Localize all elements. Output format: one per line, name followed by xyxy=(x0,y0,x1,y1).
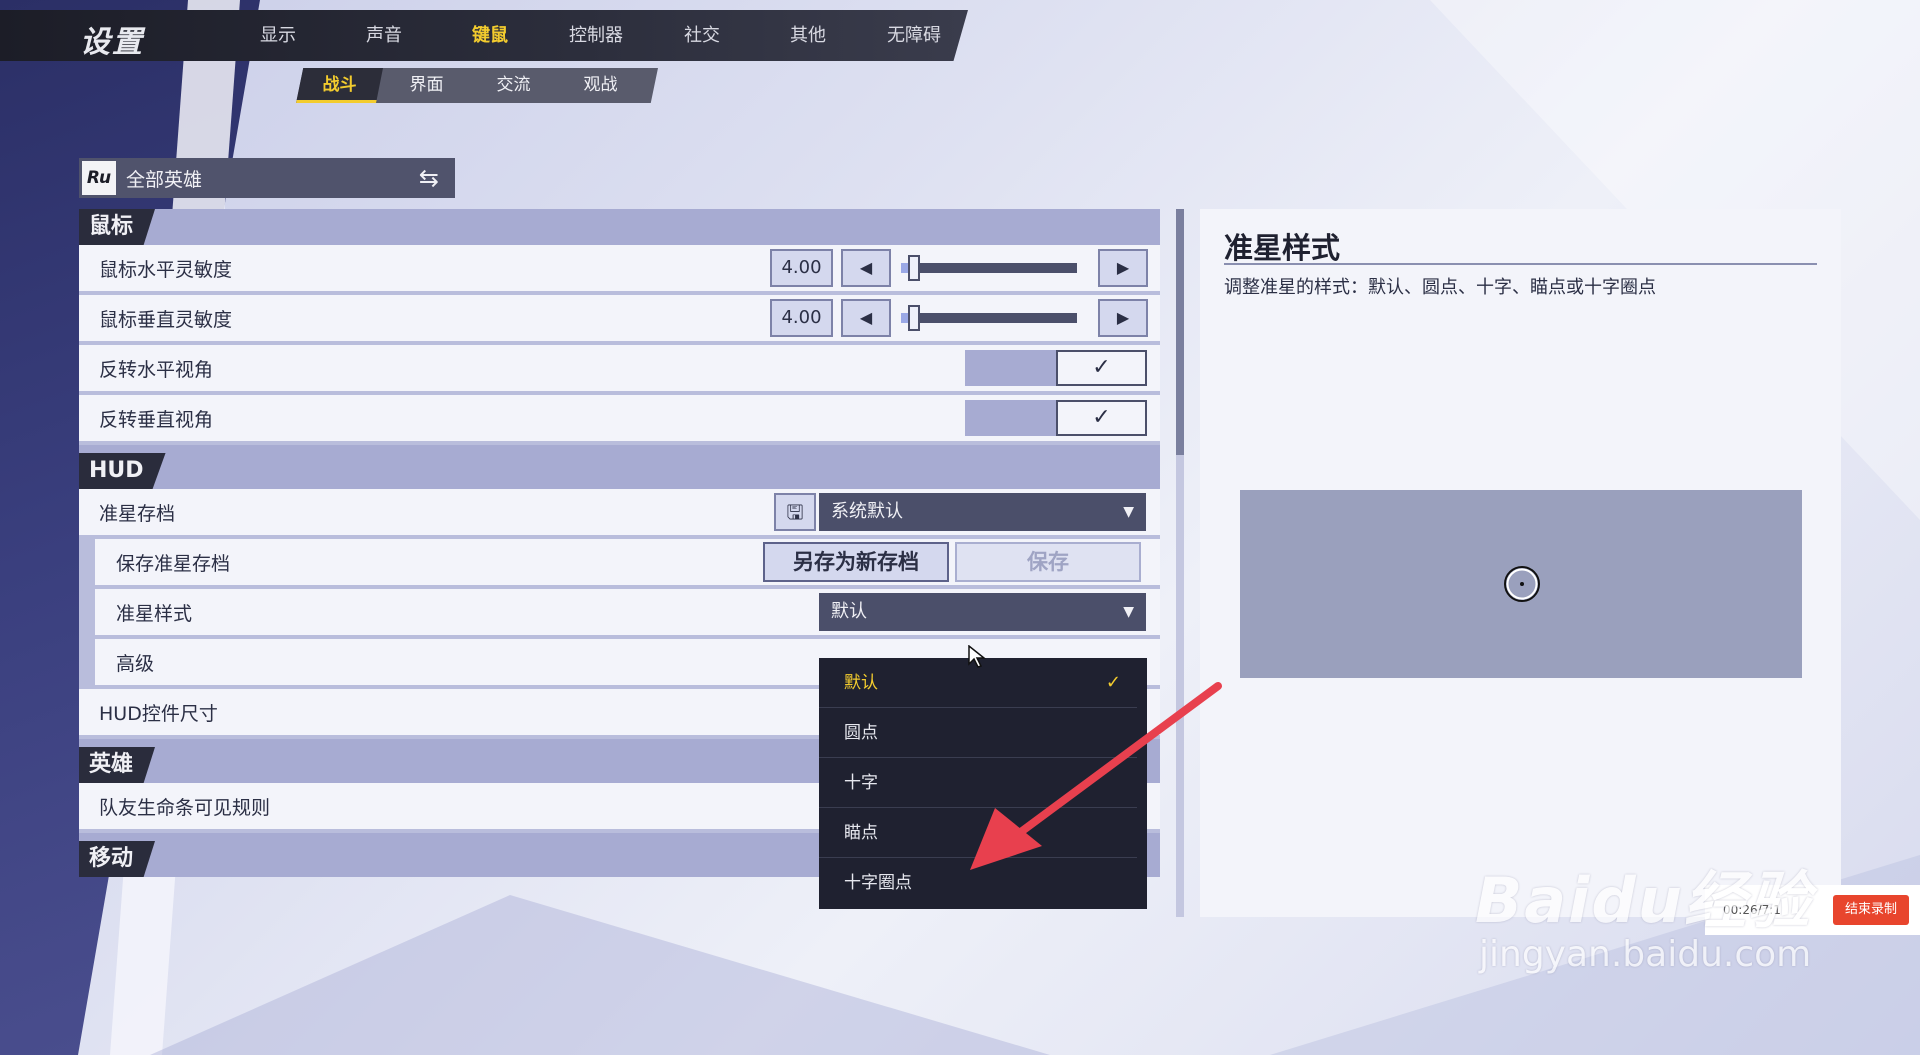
slider-handle[interactable] xyxy=(908,255,921,281)
setting-row-vertical-sensitivity: 鼠标垂直灵敏度 4.00 ◀ ▶ xyxy=(79,295,1160,345)
setting-row-crosshair-profile: 准星存档 🖫 系统默认 ▼ xyxy=(79,489,1160,539)
tab-keyboard-mouse[interactable]: 键鼠 xyxy=(437,10,543,61)
setting-row-crosshair-style: 准星样式 默认 ▼ xyxy=(79,589,1160,639)
setting-row-horizontal-sensitivity: 鼠标水平灵敏度 4.00 ◀ ▶ xyxy=(79,245,1160,295)
subtab-combat[interactable]: 战斗 xyxy=(296,68,383,103)
hero-selector[interactable]: Ru 全部英雄 ⇆ xyxy=(79,158,455,198)
divider xyxy=(1224,263,1817,265)
setting-row-invert-horizontal: 反转水平视角 ✓ xyxy=(79,345,1160,395)
detail-panel: 准星样式 调整准星的样式：默认、圆点、十字、瞄点或十字圈点 xyxy=(1200,209,1841,917)
setting-label: 准星存档 xyxy=(99,502,176,525)
background-triangle xyxy=(150,895,1050,1055)
setting-label: 鼠标垂直灵敏度 xyxy=(99,308,233,331)
triangle-right-icon: ▶ xyxy=(1116,258,1130,277)
screen-recorder-widget: 00:26/7:1 结束录制 xyxy=(1705,885,1920,935)
game-logo-icon: Ru xyxy=(82,161,116,195)
caret-down-icon: ▼ xyxy=(1123,504,1134,520)
section-title: HUD xyxy=(79,453,166,489)
setting-label: 准星样式 xyxy=(116,602,193,625)
tab-sound[interactable]: 声音 xyxy=(331,10,437,61)
triangle-left-icon: ◀ xyxy=(859,258,873,277)
tab-controller[interactable]: 控制器 xyxy=(543,10,649,61)
setting-label: 高级 xyxy=(116,652,155,675)
sub-tabs: 战斗 界面 交流 观战 xyxy=(296,68,658,103)
sensitivity-value-input[interactable]: 4.00 xyxy=(770,249,833,287)
detail-title: 准星样式 xyxy=(1224,231,1341,265)
recording-time: 00:26/7:1 xyxy=(1723,903,1781,917)
dropdown-value: 系统默认 xyxy=(831,501,903,522)
top-navigation-bar: 设置 显示 声音 键鼠 控制器 社交 其他 无障碍 xyxy=(0,10,968,61)
menu-item-label: 瞄点 xyxy=(844,823,878,843)
menu-item-label: 圆点 xyxy=(844,723,878,743)
file-save-icon[interactable]: 🖫 xyxy=(774,493,816,531)
mouse-cursor-icon xyxy=(968,645,986,668)
settings-scrollbar[interactable] xyxy=(1176,209,1184,917)
checkmark-icon: ✓ xyxy=(1056,400,1147,436)
setting-label: HUD控件尺寸 xyxy=(99,702,218,725)
detail-description: 调整准星的样式：默认、圆点、十字、瞄点或十字圈点 xyxy=(1224,277,1656,298)
crosshair-style-dropdown[interactable]: 默认 ▼ xyxy=(819,593,1146,631)
menu-item-aim-point[interactable]: 瞄点 xyxy=(819,808,1137,858)
setting-label: 鼠标水平灵敏度 xyxy=(99,258,233,281)
checkmark-icon: ✓ xyxy=(1056,350,1147,386)
crosshair-preview xyxy=(1240,490,1802,678)
setting-label: 保存准星存档 xyxy=(116,552,231,575)
watermark-url: jingyan.baidu.com xyxy=(1479,934,1812,975)
triangle-left-icon: ◀ xyxy=(859,308,873,327)
section-header-hud: HUD xyxy=(79,445,1160,489)
setting-row-invert-vertical: 反转垂直视角 ✓ xyxy=(79,395,1160,445)
caret-down-icon: ▼ xyxy=(1123,604,1134,620)
tab-other[interactable]: 其他 xyxy=(755,10,861,61)
tab-display[interactable]: 显示 xyxy=(225,10,331,61)
menu-item-label: 默认 xyxy=(844,673,878,693)
checkmark-icon: ✓ xyxy=(1105,672,1121,693)
tab-accessibility[interactable]: 无障碍 xyxy=(861,10,967,61)
invert-vertical-toggle[interactable]: ✓ xyxy=(965,400,1147,436)
scrollbar-thumb[interactable] xyxy=(1176,209,1184,455)
increase-button[interactable]: ▶ xyxy=(1098,299,1148,337)
menu-item-label: 十字圈点 xyxy=(844,873,912,893)
menu-item-label: 十字 xyxy=(844,773,878,793)
subtab-communication[interactable]: 交流 xyxy=(470,68,557,103)
main-tabs: 显示 声音 键鼠 控制器 社交 其他 无障碍 xyxy=(225,10,967,61)
section-title: 移动 xyxy=(79,841,156,877)
page-title: 设置 xyxy=(80,25,144,60)
tab-social[interactable]: 社交 xyxy=(649,10,755,61)
setting-row-save-profile: 保存准星存档 另存为新存档 保存 xyxy=(79,539,1160,589)
menu-item-dot[interactable]: 圆点 xyxy=(819,708,1137,758)
increase-button[interactable]: ▶ xyxy=(1098,249,1148,287)
section-title: 英雄 xyxy=(79,747,156,783)
crosshair-style-menu: 默认 ✓ 圆点 十字 瞄点 十字圈点 xyxy=(819,658,1147,909)
hero-selector-label: 全部英雄 xyxy=(126,168,203,191)
sensitivity-value-input[interactable]: 4.00 xyxy=(770,299,833,337)
decrease-button[interactable]: ◀ xyxy=(841,249,891,287)
setting-label: 反转水平视角 xyxy=(99,358,214,381)
stop-recording-button[interactable]: 结束录制 xyxy=(1833,895,1909,925)
section-header-mouse: 鼠标 xyxy=(79,209,1160,245)
slider-handle[interactable] xyxy=(908,305,921,331)
setting-label: 反转垂直视角 xyxy=(99,408,214,431)
dropdown-value: 默认 xyxy=(831,601,867,622)
setting-label: 队友生命条可见规则 xyxy=(99,796,271,819)
sensitivity-slider[interactable] xyxy=(901,305,1077,331)
crosshair-reticle-icon xyxy=(1504,566,1540,602)
decrease-button[interactable]: ◀ xyxy=(841,299,891,337)
section-title: 鼠标 xyxy=(79,209,156,245)
swap-icon[interactable]: ⇆ xyxy=(419,164,439,192)
triangle-right-icon: ▶ xyxy=(1116,308,1130,327)
save-profile-button[interactable]: 保存 xyxy=(955,542,1141,582)
crosshair-profile-dropdown[interactable]: 系统默认 ▼ xyxy=(819,493,1146,531)
save-as-new-profile-button[interactable]: 另存为新存档 xyxy=(763,542,949,582)
menu-item-cross[interactable]: 十字 xyxy=(819,758,1137,808)
subtab-interface[interactable]: 界面 xyxy=(383,68,470,103)
sensitivity-slider[interactable] xyxy=(901,255,1077,281)
menu-item-cross-circle-dot[interactable]: 十字圈点 xyxy=(819,858,1137,908)
subtab-spectate[interactable]: 观战 xyxy=(557,68,644,103)
invert-horizontal-toggle[interactable]: ✓ xyxy=(965,350,1147,386)
